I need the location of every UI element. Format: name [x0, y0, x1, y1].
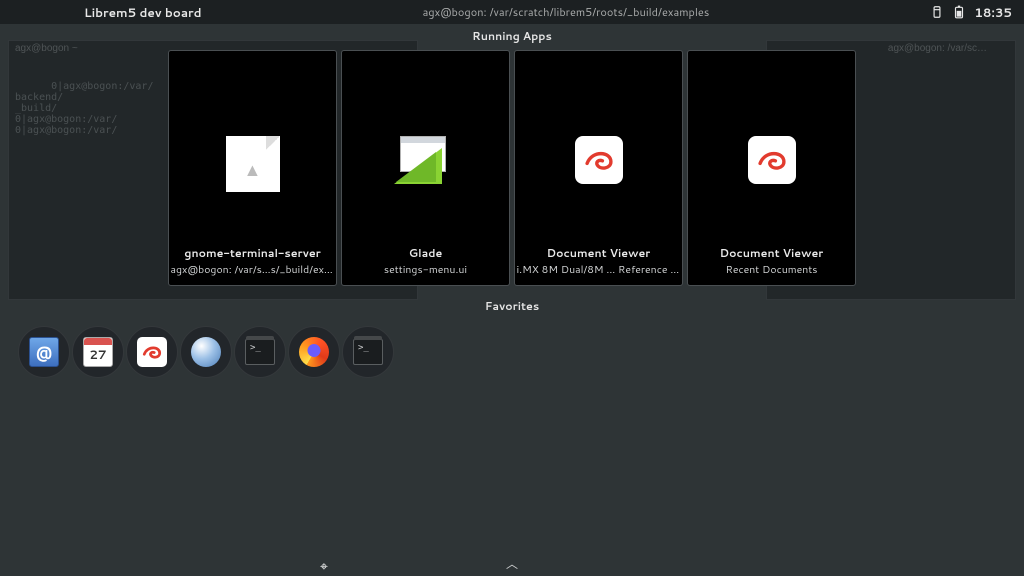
glade-icon — [342, 136, 509, 184]
globe-icon — [191, 337, 221, 367]
app-title: Document Viewer — [720, 245, 824, 261]
favorite-firefox[interactable] — [288, 326, 340, 378]
running-app-document-viewer-1[interactable]: Document Viewer i.MX 8M Dual/8M ... Refe… — [514, 50, 683, 286]
running-app-glade[interactable]: Glade settings-menu.ui — [341, 50, 510, 286]
running-app-document-viewer-2[interactable]: Document Viewer Recent Documents — [687, 50, 856, 286]
file-icon: ▲ — [169, 136, 336, 192]
app-title: Document Viewer — [547, 245, 651, 261]
calendar-icon: 27 — [83, 337, 113, 367]
evince-icon — [688, 136, 855, 184]
drawer-handle[interactable]: ︿ — [0, 555, 1024, 572]
terminal-icon — [245, 339, 275, 365]
favorite-terminal-2[interactable] — [342, 326, 394, 378]
running-app-terminal[interactable]: ▲ gnome-terminal-server agx@bogon: /var/… — [168, 50, 337, 286]
evince-icon — [137, 337, 167, 367]
firefox-icon — [299, 337, 329, 367]
favorite-contacts[interactable]: @ — [18, 326, 70, 378]
running-apps-row: ▲ gnome-terminal-server agx@bogon: /var/… — [168, 50, 856, 286]
battery-icon — [952, 5, 966, 19]
terminal-icon — [353, 339, 383, 365]
app-title: Glade — [409, 245, 443, 261]
app-subtitle: Recent Documents — [725, 263, 817, 277]
app-subtitle: i.MX 8M Dual/8M ... Reference Manual — [517, 263, 681, 277]
app-subtitle: settings-menu.ui — [384, 263, 467, 277]
overview-overlay: Running Apps ▲ gnome-terminal-server agx… — [0, 24, 1024, 576]
running-apps-label: Running Apps — [472, 28, 552, 44]
favorites-label: Favorites — [485, 298, 539, 314]
favorite-document-viewer[interactable] — [126, 326, 178, 378]
favorite-terminal-1[interactable] — [234, 326, 286, 378]
favorite-web[interactable] — [180, 326, 232, 378]
top-panel: Librem5 dev board agx@bogon: /var/scratc… — [0, 0, 1024, 24]
address-book-icon: @ — [29, 337, 59, 367]
clock: 18:35 — [974, 4, 1012, 21]
favorite-calendar[interactable]: 27 — [72, 326, 124, 378]
favorites-row: @ 27 — [0, 326, 394, 378]
mouse-cursor: ⌖ — [320, 556, 328, 576]
panel-status-area[interactable]: 18:35 — [930, 4, 1012, 21]
rotation-lock-icon — [930, 5, 944, 19]
evince-icon — [515, 136, 682, 184]
panel-title: Librem5 dev board — [12, 4, 202, 21]
activities-overview: agx@bogon ~ 0|agx@bogon:/var/ backend/ _… — [0, 24, 1024, 576]
app-title: gnome-terminal-server — [184, 245, 321, 261]
panel-window-title: agx@bogon: /var/scratch/librem5/roots/_b… — [202, 4, 931, 20]
app-subtitle: agx@bogon: /var/s...s/_build/examples — [171, 263, 335, 277]
